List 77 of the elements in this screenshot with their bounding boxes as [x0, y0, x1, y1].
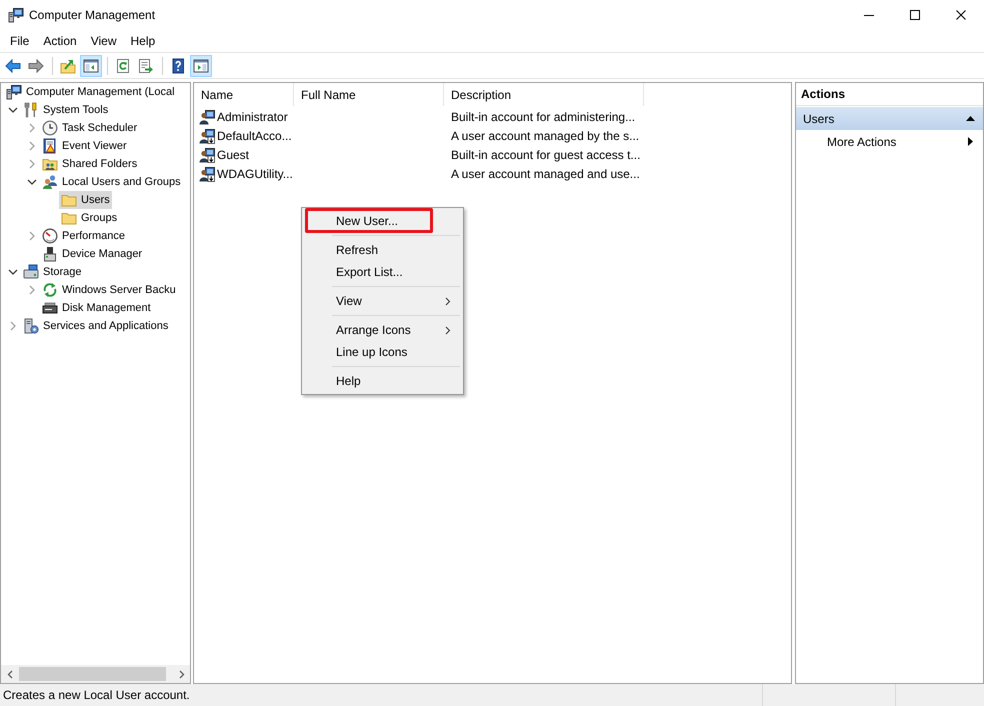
tree-item[interactable]: Computer Management (Local — [4, 83, 177, 101]
column-header[interactable]: Description — [444, 83, 644, 106]
window-title: Computer Management — [29, 8, 156, 22]
column-header[interactable]: Full Name — [294, 83, 444, 106]
tree-item[interactable]: Local Users and Groups — [40, 173, 183, 191]
tree-item[interactable]: Device Manager — [40, 245, 144, 263]
user-description: A user account managed by the s... — [451, 128, 640, 142]
log-book-icon — [42, 138, 58, 154]
tree-item[interactable]: Event Viewer — [40, 137, 129, 155]
device-icon — [42, 246, 58, 262]
pane-title: Actions — [796, 83, 983, 106]
menu-item[interactable]: Help — [304, 370, 461, 392]
window-left-panel-icon — [83, 58, 99, 74]
chevron-down-icon[interactable] — [8, 267, 18, 277]
menu-bar-item[interactable]: File — [3, 31, 36, 51]
back-arrow-icon — [5, 58, 21, 74]
refresh-icon — [115, 58, 131, 74]
action-link[interactable]: More Actions — [796, 130, 983, 153]
chevron-right-icon[interactable] — [27, 141, 37, 151]
user-name[interactable]: Administrator — [217, 110, 288, 124]
section-header[interactable]: Users — [796, 107, 983, 130]
tree-item[interactable]: Services and Applications — [21, 317, 170, 335]
tree-item[interactable]: Shared Folders — [40, 155, 140, 173]
menu-bar-item[interactable]: Action — [36, 31, 84, 51]
menu-bar-item[interactable]: Help — [124, 31, 162, 51]
menu-item[interactable]: Refresh — [304, 239, 461, 261]
tree-item[interactable]: Disk Management — [40, 299, 153, 317]
server-gear-icon — [23, 318, 39, 334]
chevron-right-icon[interactable] — [27, 159, 37, 169]
menu-item[interactable]: View — [304, 290, 461, 312]
shared-folder-icon — [42, 156, 58, 172]
scroll-left-icon[interactable] — [6, 670, 12, 678]
scrollbar-thumb[interactable] — [19, 667, 166, 681]
window-right-panel-icon — [193, 58, 209, 74]
chevron-down-icon[interactable] — [27, 177, 37, 187]
status-text: Creates a new Local User account. — [2, 688, 190, 702]
menu-item[interactable]: Arrange Icons — [304, 319, 461, 341]
action-pane-toggle-button[interactable] — [190, 54, 212, 76]
column-header[interactable]: Name — [194, 83, 294, 106]
user-description: Built-in account for administering... — [451, 110, 636, 124]
tree-item[interactable]: Task Scheduler — [40, 119, 140, 137]
tree-item[interactable]: Windows Server Backu — [40, 281, 178, 299]
tree-item[interactable]: Groups — [59, 209, 120, 227]
users-icon — [42, 174, 58, 190]
folder-up-icon — [60, 58, 76, 74]
gauge-icon — [42, 228, 58, 244]
help-icon — [170, 58, 186, 74]
close-icon — [956, 10, 966, 20]
user-description: A user account managed and use... — [451, 166, 640, 180]
tree-item[interactable]: Performance — [40, 227, 127, 245]
computer-icon — [6, 84, 22, 100]
page-arrow-icon — [138, 58, 154, 74]
storage-drive-icon — [23, 264, 39, 280]
scroll-right-icon[interactable] — [178, 670, 184, 678]
maximize-icon — [910, 10, 920, 20]
forward-arrow-icon — [28, 58, 44, 74]
chevron-right-icon[interactable] — [27, 231, 37, 241]
clock-icon — [42, 120, 58, 136]
menu-item[interactable]: New User... — [304, 210, 461, 232]
tree-item[interactable]: Storage — [21, 263, 84, 281]
horizontal-scrollbar[interactable] — [1, 665, 190, 683]
tree-item[interactable]: Users — [59, 191, 112, 209]
chevron-right-icon[interactable] — [27, 285, 37, 295]
tree-item[interactable]: System Tools — [21, 101, 110, 119]
menu-bar-item[interactable]: View — [84, 31, 124, 51]
chevron-right-icon[interactable] — [8, 321, 18, 331]
menu-item[interactable]: Line up Icons — [304, 341, 461, 363]
disk-drive-icon — [42, 300, 58, 316]
chevron-right-icon[interactable] — [27, 123, 37, 133]
tools-icon — [23, 102, 39, 118]
chevron-down-icon[interactable] — [8, 105, 18, 115]
folder-icon — [61, 192, 77, 208]
computer-icon — [8, 7, 24, 23]
backup-arrows-icon — [42, 282, 58, 298]
menu-item[interactable]: Export List... — [304, 261, 461, 283]
console-tree-toggle-button[interactable] — [80, 54, 102, 76]
user-description: Built-in account for guest access t... — [451, 148, 640, 162]
